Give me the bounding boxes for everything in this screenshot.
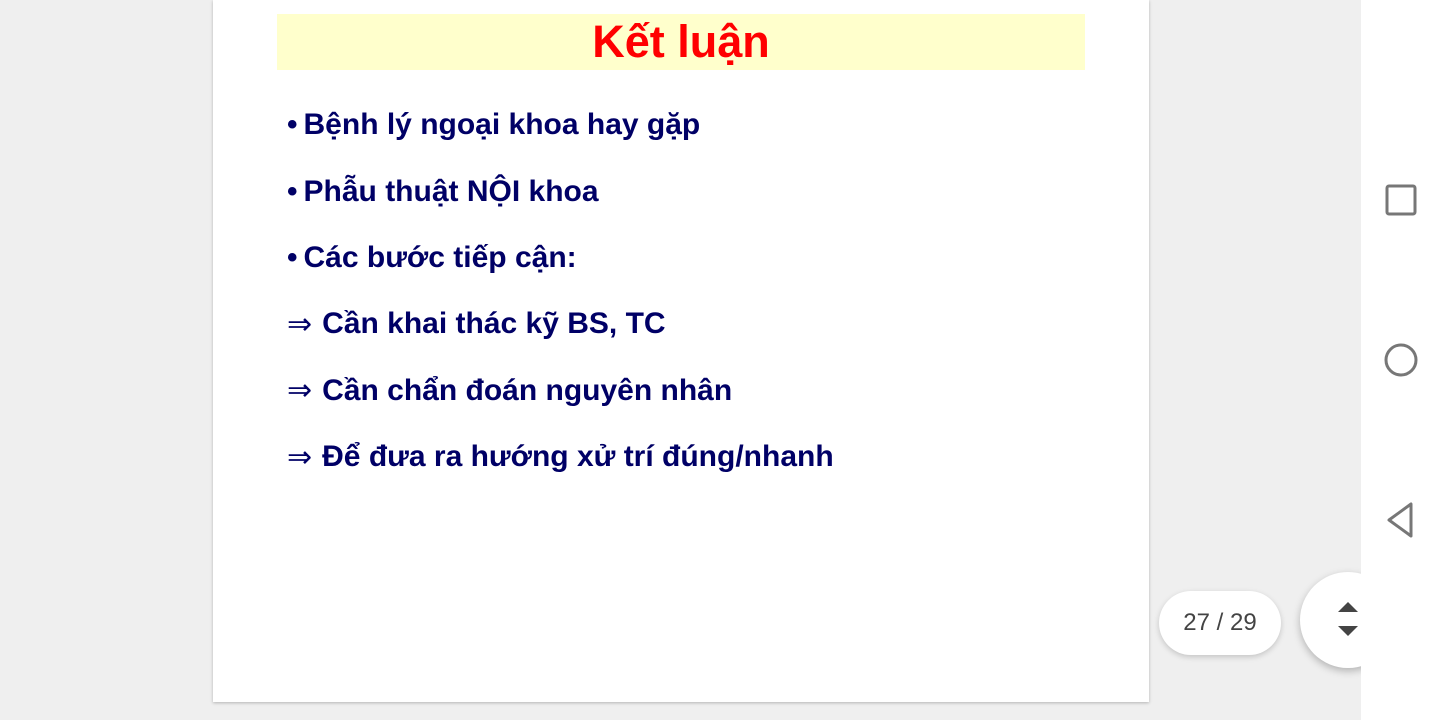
arrow-item: ⇒ Để đưa ra hướng xử trí đúng/nhanh	[287, 424, 1067, 490]
bullet-item: • Các bước tiếp cận:	[287, 225, 1067, 291]
bullet-item: • Phẫu thuật NỘI khoa	[287, 158, 1067, 224]
bullet-item: • Bệnh lý ngoại khoa hay gặp	[287, 92, 1067, 158]
page-indicator-text: 27 / 29	[1183, 609, 1257, 636]
slide-title: Kết luận	[592, 16, 770, 67]
recents-button[interactable]	[1381, 180, 1421, 220]
arrow-text: Cần chẩn đoán nguyên nhân	[322, 373, 733, 407]
bullet-marker: •	[287, 240, 298, 274]
title-band: Kết luận	[277, 14, 1085, 70]
bullet-list: • Bệnh lý ngoại khoa hay gặp • Phẫu thuậ…	[287, 92, 1067, 490]
bullet-text: Bệnh lý ngoại khoa hay gặp	[303, 108, 701, 142]
system-navigation-bar	[1361, 0, 1440, 720]
implies-arrow-icon: ⇒	[287, 307, 313, 341]
home-circle-icon	[1384, 343, 1418, 377]
slide-page: Kết luận • Bệnh lý ngoại khoa hay gặp • …	[213, 0, 1149, 702]
document-viewer[interactable]: Kết luận • Bệnh lý ngoại khoa hay gặp • …	[0, 0, 1396, 720]
implies-arrow-icon: ⇒	[287, 374, 313, 408]
arrow-text: Cần khai thác kỹ BS, TC	[322, 307, 666, 341]
arrow-text: Để đưa ra hướng xử trí đúng/nhanh	[322, 440, 834, 474]
bullet-text: Phẫu thuật NỘI khoa	[303, 174, 599, 208]
home-button[interactable]	[1381, 340, 1421, 380]
back-triangle-icon	[1387, 502, 1413, 538]
recents-square-icon	[1385, 184, 1417, 216]
page-indicator: 27 / 29	[1159, 591, 1281, 655]
bullet-text: Các bước tiếp cận:	[303, 240, 577, 274]
bullet-marker: •	[287, 174, 298, 208]
implies-arrow-icon: ⇒	[287, 440, 313, 474]
arrow-item: ⇒ Cần chẩn đoán nguyên nhân	[287, 358, 1067, 424]
arrow-item: ⇒ Cần khai thác kỹ BS, TC	[287, 291, 1067, 357]
back-button[interactable]	[1381, 500, 1421, 540]
bullet-marker: •	[287, 108, 298, 142]
